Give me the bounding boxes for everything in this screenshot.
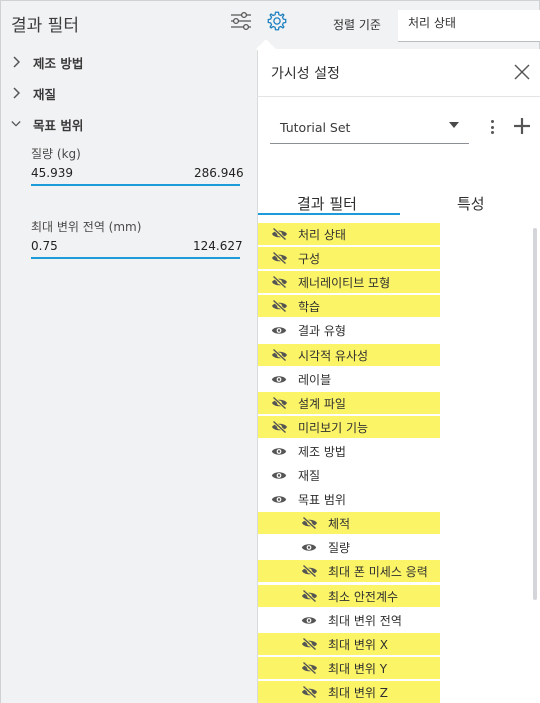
list-item-label: 최대 변위 Y <box>328 661 388 676</box>
list-item[interactable]: 최대 변위 X <box>258 633 440 655</box>
eye-icon[interactable] <box>270 468 288 482</box>
displacement-range-max[interactable]: 124.627 <box>193 239 243 253</box>
list-item[interactable]: 미리보기 기능 <box>258 416 440 438</box>
add-icon[interactable] <box>511 115 533 137</box>
list-item[interactable]: 재질 <box>258 464 440 486</box>
divider <box>257 96 540 97</box>
list-item[interactable]: 설계 파일 <box>258 392 440 414</box>
list-item[interactable]: 최대 변위 전역 <box>258 609 440 631</box>
list-item-label: 결과 유형 <box>298 323 346 338</box>
list-item-label: 시각적 유사성 <box>298 348 369 363</box>
tab-results-filter[interactable]: 결과 필터 <box>297 193 357 214</box>
mass-range-label: 질량 (kg) <box>31 147 81 161</box>
list-item[interactable]: 구성 <box>258 247 440 269</box>
list-item-label: 체적 <box>328 516 351 531</box>
list-item[interactable]: 최대 변위 Y <box>258 657 440 679</box>
gear-icon[interactable] <box>265 9 289 33</box>
chevron-down-icon <box>11 117 21 131</box>
eye-hidden-icon[interactable] <box>270 251 288 265</box>
eye-hidden-icon[interactable] <box>300 661 318 675</box>
tab-properties[interactable]: 특성 <box>457 193 485 214</box>
eye-hidden-icon[interactable] <box>270 227 288 241</box>
list-item-label: 최대 변위 Z <box>328 685 389 700</box>
visibility-set-value: Tutorial Set <box>280 120 351 135</box>
list-item-label: 최대 변위 X <box>328 637 389 652</box>
list-item[interactable]: 제조 방법 <box>258 440 440 462</box>
eye-hidden-icon[interactable] <box>300 564 318 578</box>
mass-range-bar[interactable] <box>31 184 240 186</box>
more-options-icon[interactable] <box>485 117 499 137</box>
eye-icon[interactable] <box>270 444 288 458</box>
eye-hidden-icon[interactable] <box>270 420 288 434</box>
eye-icon[interactable] <box>300 540 318 554</box>
eye-hidden-icon[interactable] <box>270 299 288 313</box>
list-item[interactable]: 레이블 <box>258 368 440 390</box>
displacement-range-bar[interactable] <box>31 257 240 259</box>
eye-hidden-icon[interactable] <box>300 685 318 699</box>
list-item-label: 레이블 <box>298 372 332 387</box>
chevron-right-icon <box>11 55 21 69</box>
displacement-range-min[interactable]: 0.75 <box>31 239 58 253</box>
list-item[interactable]: 처리 상태 <box>258 223 440 245</box>
close-icon[interactable] <box>511 61 533 83</box>
eye-icon[interactable] <box>270 492 288 506</box>
section-label: 제조 방법 <box>33 55 84 71</box>
section-material[interactable]: 재질 <box>11 82 56 104</box>
list-item-label: 제너레이티브 모형 <box>298 275 391 290</box>
eye-hidden-icon[interactable] <box>300 637 318 651</box>
list-item[interactable]: 제너레이티브 모형 <box>258 271 440 293</box>
mass-range-max[interactable]: 286.946 <box>194 166 244 180</box>
list-item-label: 처리 상태 <box>298 227 346 242</box>
list-item[interactable]: 최대 폰 미세스 응력 <box>258 560 440 582</box>
list-item-label: 질량 <box>328 540 351 555</box>
list-item-label: 미리보기 기능 <box>298 420 369 435</box>
list-item-label: 최대 변위 전역 <box>328 613 402 628</box>
list-item-label: 설계 파일 <box>298 396 346 411</box>
sort-by-select[interactable]: 처리 상태 <box>398 10 540 42</box>
eye-icon[interactable] <box>270 372 288 386</box>
list-item-label: 구성 <box>298 251 321 266</box>
list-item[interactable]: 시각적 유사성 <box>258 344 440 366</box>
list-item[interactable]: 질량 <box>258 536 440 558</box>
list-item-label: 학습 <box>298 299 321 314</box>
scrollbar-thumb[interactable] <box>533 228 537 600</box>
eye-hidden-icon[interactable] <box>270 396 288 410</box>
section-label: 목표 범위 <box>33 117 84 133</box>
list-item[interactable]: 학습 <box>258 295 440 317</box>
eye-hidden-icon[interactable] <box>300 516 318 530</box>
caret-down-icon <box>449 122 459 128</box>
list-item[interactable]: 체적 <box>258 512 440 534</box>
active-tab-indicator <box>258 213 400 215</box>
list-item-label: 재질 <box>298 468 321 483</box>
chevron-right-icon <box>11 86 21 100</box>
results-filter-panel: 결과 필터 제조 방법 재질 목표 범위 질량 (kg) 45.939 286.… <box>1 1 287 703</box>
eye-icon[interactable] <box>270 323 288 337</box>
eye-icon[interactable] <box>300 613 318 627</box>
list-item-label: 최대 폰 미세스 응력 <box>328 564 428 579</box>
section-manufacturing-method[interactable]: 제조 방법 <box>11 51 83 73</box>
list-item-label: 목표 범위 <box>298 492 346 507</box>
list-item[interactable]: 최소 안전계수 <box>258 585 440 607</box>
list-item-label: 최소 안전계수 <box>328 589 399 604</box>
mass-range-min[interactable]: 45.939 <box>31 166 73 180</box>
list-item[interactable]: 최대 변위 Z <box>258 681 440 703</box>
section-label: 재질 <box>33 86 57 102</box>
panel-title: 결과 필터 <box>11 16 79 36</box>
section-target-range[interactable]: 목표 범위 <box>11 113 83 135</box>
eye-hidden-icon[interactable] <box>270 275 288 289</box>
eye-hidden-icon[interactable] <box>300 589 318 603</box>
displacement-range-label: 최대 변위 전역 (mm) <box>31 220 142 234</box>
visibility-settings-title: 가시성 설정 <box>271 66 340 82</box>
list-item[interactable]: 결과 유형 <box>258 319 440 341</box>
filter-sliders-icon[interactable] <box>229 9 253 33</box>
sort-by-label: 정렬 기준 <box>333 18 381 32</box>
list-item[interactable]: 목표 범위 <box>258 488 440 510</box>
eye-hidden-icon[interactable] <box>270 348 288 362</box>
list-item-label: 제조 방법 <box>298 444 346 459</box>
